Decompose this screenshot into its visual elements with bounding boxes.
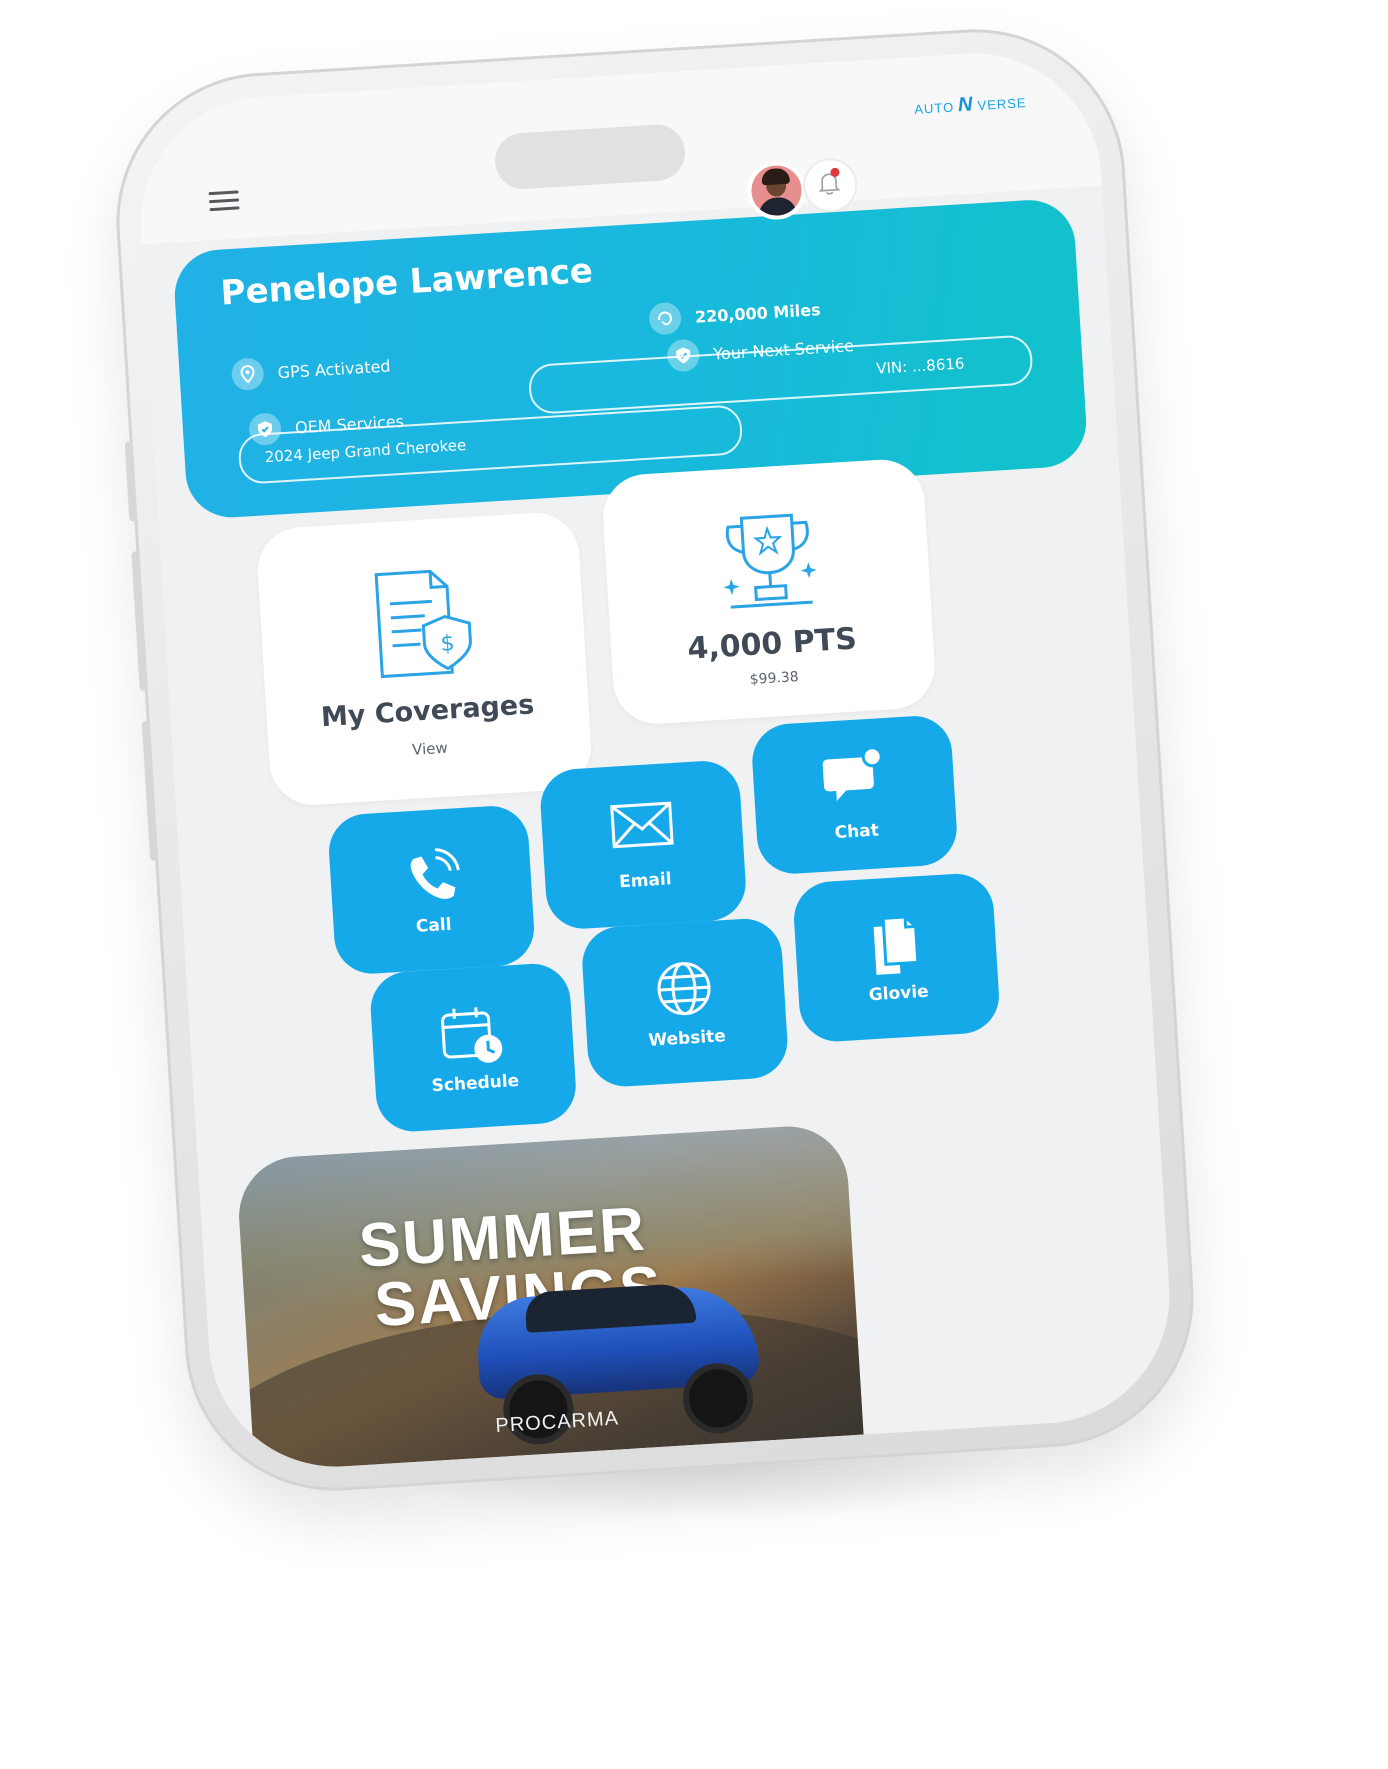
gps-status: GPS Activated — [277, 355, 392, 382]
dynamic-island — [493, 123, 687, 191]
coverage-document-icon: $ — [374, 569, 472, 679]
logo-text-left: AUTO — [913, 99, 955, 117]
vehicle-model: 2024 Jeep Grand Cherokee — [264, 435, 467, 467]
my-coverages-tile[interactable]: $ My Coverages View — [255, 510, 594, 808]
rewards-points-tile[interactable]: 4,000 PTS $99.38 — [600, 457, 938, 727]
summer-savings-banner[interactable]: SUMMER SAVINGS PROCARMA — [235, 1123, 864, 1472]
schedule-button[interactable]: Schedule — [368, 961, 578, 1134]
vin-number: VIN: ...8616 — [875, 354, 965, 378]
phone-screen: AUTO N VERSE Penelope Lawrence 220,000 Mil… — [133, 45, 1177, 1475]
glovie-label: Glovie — [868, 981, 930, 1006]
globe-icon — [657, 962, 711, 1016]
email-button[interactable]: Email — [538, 758, 748, 931]
chat-bubble-icon — [822, 746, 883, 801]
chat-label: Chat — [834, 820, 880, 844]
owner-name: Penelope Lawrence — [219, 250, 595, 314]
logo-text-right: VERSE — [977, 95, 1028, 114]
location-pin-icon — [230, 357, 265, 392]
envelope-icon — [610, 801, 674, 849]
odometer-icon — [648, 301, 683, 336]
svg-text:$: $ — [440, 631, 456, 657]
website-button[interactable]: Website — [580, 916, 790, 1089]
website-label: Website — [647, 1026, 727, 1051]
chat-button[interactable]: Chat — [750, 713, 959, 876]
email-label: Email — [618, 869, 673, 893]
calendar-clock-icon — [441, 1007, 503, 1063]
documents-icon — [873, 915, 920, 975]
glovie-button[interactable]: Glovie — [791, 871, 1002, 1044]
call-label: Call — [415, 914, 453, 937]
logo-mark: N — [957, 93, 975, 117]
call-button[interactable]: Call — [326, 803, 537, 976]
phone-icon — [410, 848, 460, 899]
app-logo: AUTO N VERSE — [914, 90, 1028, 120]
schedule-label: Schedule — [431, 1070, 520, 1097]
vehicle-profile-card[interactable]: Penelope Lawrence 220,000 Miles GPS Acti… — [172, 197, 1089, 521]
trophy-icon — [723, 513, 817, 609]
coverages-title: My Coverages — [320, 689, 536, 734]
gps-row: GPS Activated — [230, 349, 392, 392]
phone-device: AUTO N VERSE Penelope Lawrence 220,000 Mil… — [107, 20, 1203, 1500]
coverages-view-link[interactable]: View — [269, 730, 591, 768]
mileage-value: 220,000 Miles — [694, 299, 822, 327]
mileage-row: 220,000 Miles — [648, 293, 822, 336]
hamburger-menu-icon[interactable] — [208, 190, 240, 214]
